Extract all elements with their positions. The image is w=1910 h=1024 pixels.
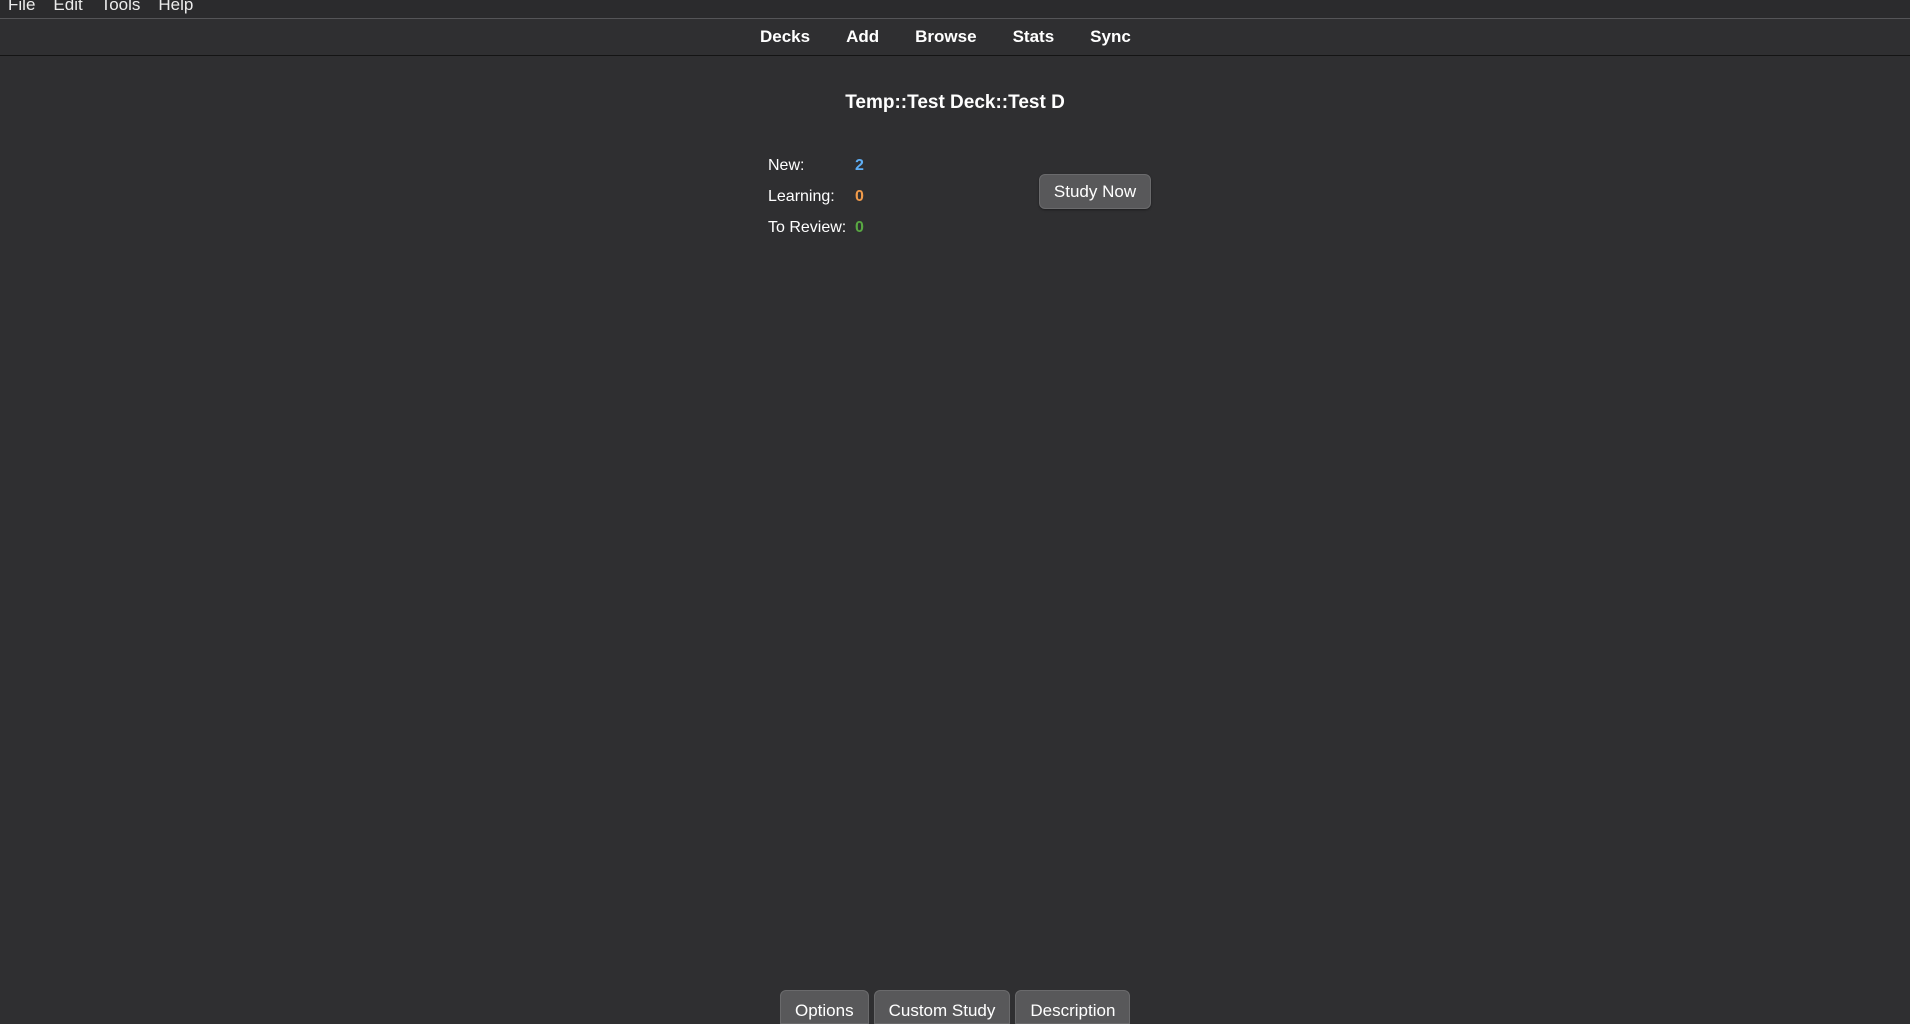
description-button[interactable]: Description [1015, 990, 1131, 1024]
menu-help[interactable]: Help [149, 0, 202, 15]
menu-tools[interactable]: Tools [92, 0, 150, 15]
card-counts: New: 2 Learning: 0 To Review: 0 [768, 150, 864, 243]
review-count-row: To Review: 0 [768, 212, 864, 243]
learning-count-row: Learning: 0 [768, 181, 864, 212]
toolbar-sync-link[interactable]: Sync [1072, 27, 1149, 47]
toolbar-add-link[interactable]: Add [828, 27, 897, 47]
custom-study-button[interactable]: Custom Study [873, 990, 1011, 1024]
bottom-bar: Options Custom Study Description [780, 990, 1131, 1024]
deck-title-container: Temp::Test Deck::Test D [0, 92, 1910, 114]
menu-bar: File Edit Tools Help [0, 0, 1910, 19]
menu-file[interactable]: File [0, 0, 44, 15]
menu-edit[interactable]: Edit [44, 0, 91, 15]
review-count-value: 0 [855, 218, 864, 236]
new-count-value: 2 [855, 156, 864, 174]
learning-count-label: Learning: [768, 187, 835, 205]
review-count-label: To Review: [768, 218, 847, 236]
learning-count-value: 0 [855, 187, 864, 205]
new-count-label: New: [768, 156, 805, 174]
study-now-button[interactable]: Study Now [1039, 174, 1151, 209]
top-toolbar: Decks Add Browse Stats Sync [0, 19, 1910, 56]
toolbar-browse-link[interactable]: Browse [897, 27, 994, 47]
toolbar-stats-link[interactable]: Stats [995, 27, 1073, 47]
options-button[interactable]: Options [780, 990, 869, 1024]
new-count-row: New: 2 [768, 150, 864, 181]
toolbar-decks-link[interactable]: Decks [742, 27, 828, 47]
deck-title: Temp::Test Deck::Test D [845, 92, 1065, 113]
